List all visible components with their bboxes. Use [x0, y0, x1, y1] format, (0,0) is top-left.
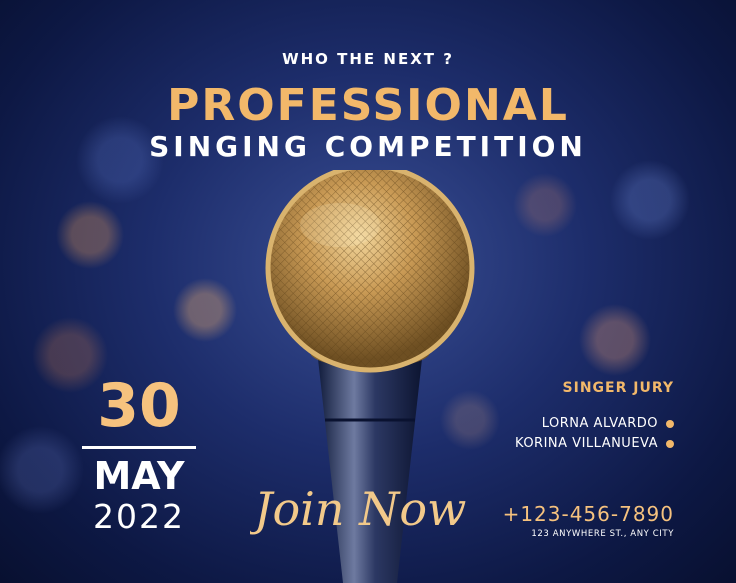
join-now-text: Join Now	[250, 482, 466, 536]
date-month: MAY	[93, 454, 185, 498]
date-divider	[82, 446, 196, 449]
jury-list: LORNA ALVARDO KORINA VILLANUEVA	[515, 414, 674, 454]
jury-member-name: LORNA ALVARDO	[541, 416, 658, 431]
bullet-dot	[666, 440, 674, 448]
event-poster: WHO THE NEXT ? PROFESSIONAL SINGING COMP…	[0, 0, 736, 583]
jury-member: LORNA ALVARDO	[515, 414, 674, 434]
tagline: WHO THE NEXT ?	[282, 50, 454, 68]
phone-number[interactable]: +123-456-7890	[503, 502, 674, 526]
jury-heading: SINGER JURY	[562, 380, 674, 396]
jury-member: KORINA VILLANUEVA	[515, 434, 674, 454]
title-professional: PROFESSIONAL	[167, 80, 569, 131]
contact-info: +123-456-7890 123 ANYWHERE ST., ANY CITY	[503, 502, 674, 539]
jury-member-name: KORINA VILLANUEVA	[515, 436, 658, 451]
title-singing-competition: SINGING COMPETITION	[149, 130, 587, 163]
date-year: 2022	[93, 497, 185, 536]
address: 123 ANYWHERE ST., ANY CITY	[531, 529, 674, 539]
date-day: 30	[97, 371, 181, 441]
event-date: 30 MAY 2022	[80, 372, 198, 537]
bullet-dot	[666, 420, 674, 428]
join-now-script[interactable]: Join Now	[250, 465, 500, 555]
jury-section: SINGER JURY LORNA ALVARDO KORINA VILLANU…	[515, 380, 674, 454]
